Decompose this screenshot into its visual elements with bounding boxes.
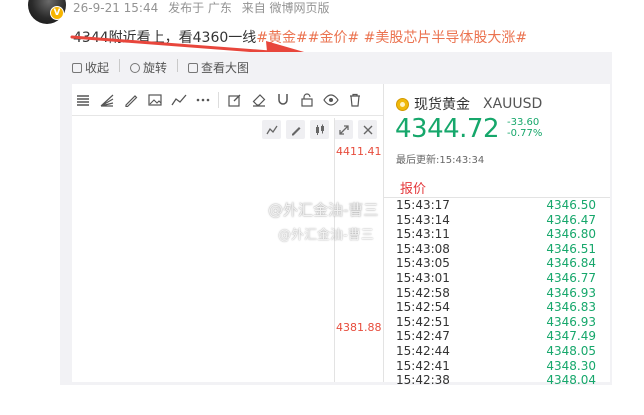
post-location: 发布于 广东: [168, 1, 232, 15]
tick-time: 15:42:51: [396, 314, 450, 329]
list-item: 15:43:08 4346.51: [396, 242, 596, 257]
close-icon: [358, 120, 377, 139]
tick-time: 15:42:58: [396, 285, 450, 300]
tick-value: 4346.51: [546, 241, 596, 256]
list-item: 15:42:51 4346.93: [396, 315, 596, 330]
list-item: 15:43:14 4346.47: [396, 213, 596, 228]
post-source[interactable]: 来自 微博网页版: [242, 1, 330, 15]
collect-button[interactable]: 收起: [72, 59, 117, 76]
tab-quote[interactable]: 报价: [400, 178, 426, 197]
rotate-icon: [130, 62, 141, 73]
quote-updated: 最后更新:15:43:34: [396, 155, 485, 166]
chart-subtoolbar: [262, 120, 377, 139]
eraser-icon: [250, 91, 267, 108]
tick-value: 4347.49: [546, 329, 596, 344]
quote-change-pct: -0.77%: [507, 128, 543, 139]
tick-time: 15:43:14: [396, 212, 450, 227]
tick-time: 15:43:01: [396, 270, 450, 285]
quote-panel: 现货黄金 XAUUSD 4344.72 -33.60 -0.77% 最后更新:1…: [383, 84, 610, 387]
tick-value: 4348.04: [546, 373, 596, 388]
tick-time: 15:42:44: [396, 343, 450, 358]
tick-value: 4348.30: [546, 358, 596, 373]
price-label-mid: 4381.88: [336, 321, 382, 334]
image-icon: [146, 91, 163, 108]
tick-value: 4348.05: [546, 343, 596, 358]
tick-list: 15:43:17 4346.50 15:43:14 4346.47 15:43:11 43…: [396, 198, 596, 388]
list-item: 15:42:58 4346.93: [396, 286, 596, 301]
quote-change-abs: -33.60: [507, 117, 540, 128]
gold-coin-icon: [396, 97, 409, 111]
tick-time: 15:43:05: [396, 256, 450, 271]
view-large-label: 查看大图: [201, 61, 250, 75]
quote-price: 4344.72: [395, 114, 500, 144]
chart-type-icon: [262, 120, 281, 139]
list-item: 15:42:47 4347.49: [396, 329, 596, 344]
hashtag-chip-stocks[interactable]: #美股芯片半导体股大涨#: [364, 30, 527, 46]
candlestick-icon: [310, 120, 329, 139]
quote-name: 现货黄金: [414, 97, 470, 113]
edit-icon: [226, 91, 243, 108]
zoom-image-icon: [188, 62, 199, 73]
list-item: 15:43:17 4346.50: [396, 198, 596, 213]
tick-time: 15:42:54: [396, 300, 450, 315]
quote-change: -33.60 -0.77%: [507, 117, 542, 139]
tick-value: 4346.93: [546, 314, 596, 329]
tick-value: 4346.77: [546, 270, 596, 285]
price-axis-line: [334, 118, 335, 382]
quote-header: 现货黄金 XAUUSD: [396, 94, 542, 114]
divider: [218, 91, 219, 108]
trend-icon: [170, 91, 187, 108]
list-item: 15:42:44 4348.05: [396, 344, 596, 359]
collapse-icon: [72, 62, 82, 73]
expand-icon: [334, 120, 353, 139]
brush-icon: [122, 91, 139, 108]
tick-time: 15:43:11: [396, 227, 450, 242]
pen-icon: [286, 120, 305, 139]
tick-time: 15:43:17: [396, 198, 450, 212]
list-item: 15:43:11 4346.80: [396, 227, 596, 242]
tick-value: 4346.84: [546, 256, 596, 271]
verified-badge-icon: V: [50, 6, 64, 20]
drawing-toolbar: [72, 84, 383, 116]
quote-symbol: XAUUSD: [483, 96, 543, 112]
trash-icon: [346, 91, 363, 108]
tick-value: 4346.47: [546, 212, 596, 227]
weibo-post: V 26-9-21 15:44 发布于 广东 来自 微博网页版 4344附近看上…: [0, 0, 644, 415]
rotate-label: 旋转: [143, 61, 168, 75]
fan-icon: [98, 91, 115, 108]
price-label-top: 4411.41: [336, 145, 382, 158]
bars-icon: [74, 91, 91, 108]
view-large-button[interactable]: 查看大图: [188, 59, 257, 76]
lock-icon: [298, 91, 315, 108]
list-item: 15:43:01 4346.77: [396, 271, 596, 286]
magnet-icon: [274, 91, 291, 108]
image-actions: 收起 旋转 查看大图: [72, 59, 257, 76]
tick-value: 4346.80: [546, 227, 596, 242]
divider: [177, 59, 179, 72]
rotate-button[interactable]: 旋转: [130, 59, 175, 76]
post-time[interactable]: 26-9-21 15:44: [73, 1, 158, 15]
tick-value: 4346.93: [546, 285, 596, 300]
list-item: 15:42:38 4348.04: [396, 373, 596, 388]
tick-time: 15:42:38: [396, 373, 450, 388]
eye-icon: [322, 91, 339, 108]
collect-label: 收起: [85, 61, 110, 75]
watermark: @外汇金油-曹三: [278, 228, 374, 243]
watermark: @外汇金油-曹三: [268, 201, 379, 219]
tick-time: 15:42:41: [396, 358, 450, 373]
list-item: 15:42:41 4348.30: [396, 359, 596, 374]
list-item: 15:42:54 4346.83: [396, 300, 596, 315]
divider: [119, 59, 121, 72]
tick-value: 4346.83: [546, 300, 596, 315]
post-meta: 26-9-21 15:44 发布于 广东 来自 微博网页版: [73, 0, 336, 16]
tick-time: 15:42:47: [396, 329, 450, 344]
tick-value: 4346.50: [546, 198, 596, 212]
tick-time: 15:43:08: [396, 241, 450, 256]
list-item: 15:43:05 4346.84: [396, 256, 596, 271]
more-icon: [194, 91, 211, 108]
